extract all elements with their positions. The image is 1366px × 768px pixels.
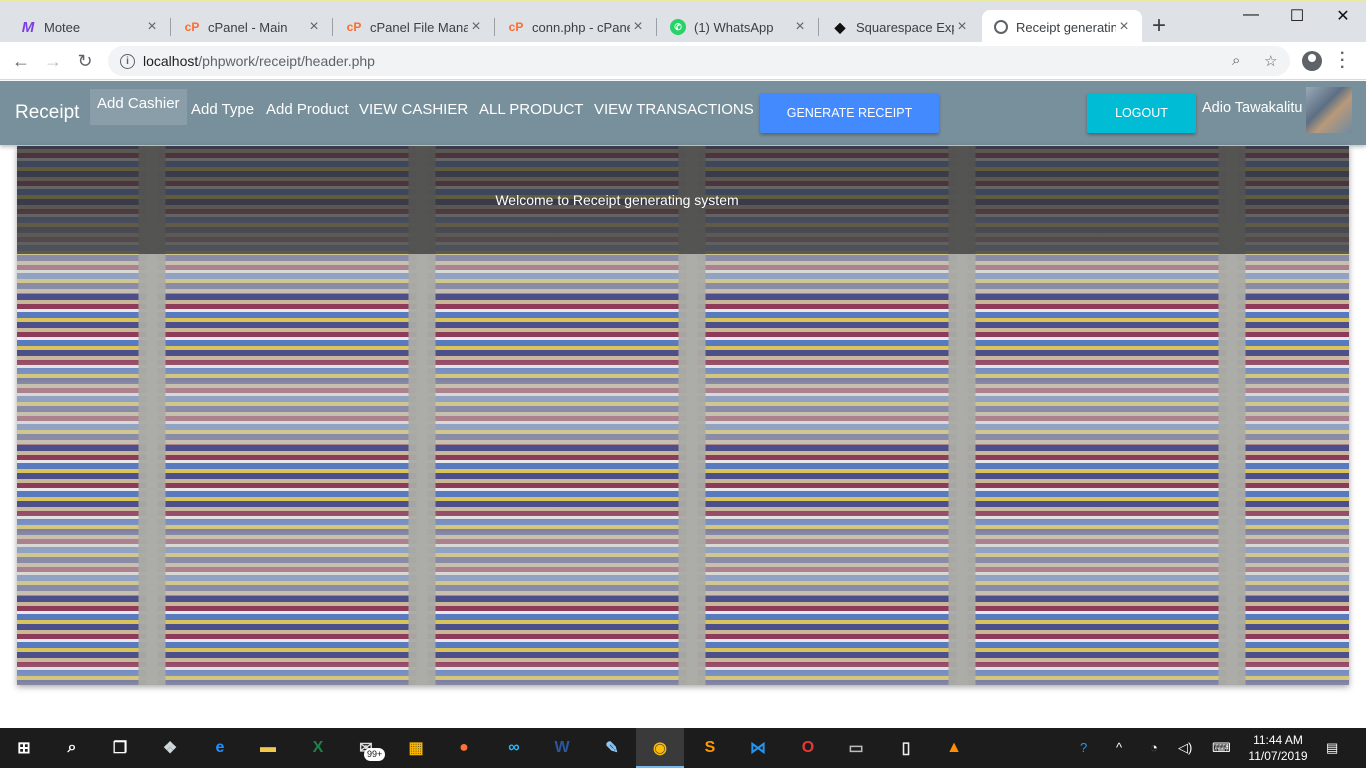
url-host: localhost [143,53,199,69]
zoom-icon[interactable]: ⌕ [1232,52,1240,69]
vscode-icon[interactable]: ⋈ [746,736,770,760]
browser-tab[interactable]: cP cPanel - Main × [172,10,332,44]
vlc-icon[interactable]: ▲ [942,736,966,760]
browser-tab-strip: M Motee × cP cPanel - Main × cP cPanel F… [0,0,1366,44]
tab-separator [656,18,657,36]
welcome-banner: Welcome to Receipt generating system [17,146,1349,254]
profile-icon[interactable] [1302,51,1322,71]
file-explorer-icon[interactable]: ▬ [256,736,280,760]
maximize-icon[interactable]: ☐ [1274,6,1320,26]
tab-title: (1) WhatsApp [694,19,774,35]
browser-tab[interactable]: cP cPanel File Manag × [334,10,494,44]
nav-view-transactions[interactable]: VIEW TRANSACTIONS [587,96,761,123]
browser-tab[interactable]: M Motee × [8,10,170,44]
tab-separator [332,18,333,36]
system-clock[interactable]: 11:44 AM 11/07/2019 [1244,732,1312,764]
back-arrow-icon[interactable]: ← [8,48,34,74]
chevron-up-icon[interactable]: ^ [1116,740,1122,755]
volume-icon[interactable]: ◁) [1178,740,1192,756]
search-icon[interactable]: ⌕ [60,736,84,760]
tab-title: Motee [44,19,81,35]
forward-arrow-icon[interactable]: → [40,48,66,74]
cpanel-icon: cP [184,20,200,34]
browser-tab-active[interactable]: Receipt generating × [982,10,1142,44]
close-icon[interactable]: × [630,18,646,36]
close-icon[interactable]: × [306,18,322,36]
close-icon[interactable]: × [1116,18,1132,36]
cpanel-icon: cP [346,20,362,34]
squarespace-icon: ◆ [834,18,846,35]
close-icon[interactable]: × [792,18,808,36]
nav-view-cashier[interactable]: VIEW CASHIER [352,96,475,123]
windows-taskbar: ⊞ ⌕ ❐ ❖ e ▬ X ✉ 99+ ▦ ● ∞ W ✎ ◉ S ⋈ O ▭ … [0,728,1366,768]
task-view-icon[interactable]: ❐ [108,736,132,760]
tab-title: conn.php - cPanel [532,19,630,35]
nav-add-cashier[interactable]: Add Cashier [90,89,187,125]
nav-all-product[interactable]: ALL PRODUCT [472,96,590,123]
close-icon[interactable]: × [144,18,160,36]
whatsapp-icon: ✆ [670,19,686,35]
new-tab-button[interactable]: + [1152,14,1166,38]
excel-icon[interactable]: X [306,736,330,760]
window-close-icon[interactable]: ✕ [1320,6,1366,26]
terminal-icon[interactable]: ▭ [844,736,868,760]
welcome-text: Welcome to Receipt generating system [495,192,739,208]
cpanel-icon: cP [508,20,524,34]
edge-icon[interactable]: e [208,736,232,760]
firefox-icon[interactable]: ● [452,736,476,760]
menu-dots-icon[interactable]: · · · [1340,46,1348,76]
arduino-icon[interactable]: ∞ [502,736,526,760]
globe-icon [994,20,1008,34]
bookmark-star-icon[interactable]: ☆ [1264,52,1277,70]
opera-icon[interactable]: O [796,736,820,760]
notification-badge: 99+ [364,748,386,761]
user-avatar[interactable] [1306,87,1352,133]
help-icon[interactable]: ? [1080,740,1087,755]
close-icon[interactable]: × [954,18,970,36]
tab-title: cPanel File Manag [370,19,468,35]
nav-add-product[interactable]: Add Product [259,96,356,123]
reload-icon[interactable]: ↻ [72,48,98,74]
sublime-text-icon[interactable]: S [698,736,722,760]
tab-separator [818,18,819,36]
browser-tab[interactable]: ◆ Squarespace Expe × [820,10,980,44]
app-icon[interactable]: ✎ [600,736,624,760]
store-icon[interactable]: ▦ [404,736,428,760]
clock-time: 11:44 AM [1253,733,1303,747]
wifi-icon[interactable]: ◔ [1150,740,1158,755]
generate-receipt-button[interactable]: GENERATE RECEIPT [760,93,939,133]
brand-logo[interactable]: Receipt [15,102,79,124]
clock-date: 11/07/2019 [1248,749,1308,763]
close-icon[interactable]: × [468,18,484,36]
hero-card: Welcome to Receipt generating system [17,146,1349,685]
tab-separator [170,18,171,36]
logout-button[interactable]: LOGOUT [1087,93,1196,133]
url-path: /phpwork/receipt/header.php [198,53,375,69]
app-navbar: Receipt Add Cashier Add Type Add Product… [0,81,1366,145]
word-icon[interactable]: W [550,736,574,760]
address-bar[interactable]: i localhost/phpwork/receipt/header.php [108,46,1290,76]
motee-icon: M [21,18,35,36]
chrome-icon[interactable]: ◉ [648,736,672,760]
info-icon[interactable]: i [120,53,135,69]
tab-title: Squarespace Expe [856,19,954,35]
user-name: Adio Tawakalitu [1202,100,1303,116]
tab-title: Receipt generating [1016,19,1116,35]
windows-start-icon[interactable]: ⊞ [12,736,36,760]
notepad-icon[interactable]: ▯ [894,736,918,760]
dropbox-icon[interactable]: ❖ [158,736,182,760]
nav-add-type[interactable]: Add Type [184,96,261,123]
keyboard-icon[interactable]: ⌨ [1212,740,1231,756]
minimize-icon[interactable]: — [1228,6,1274,24]
action-center-icon[interactable]: ▤ [1326,740,1338,756]
browser-tab[interactable]: cP conn.php - cPanel × [496,10,656,44]
browser-toolbar: ← → ↻ i localhost/phpwork/receipt/header… [0,42,1366,80]
browser-tab[interactable]: ✆ (1) WhatsApp × [658,10,818,44]
tab-title: cPanel - Main [208,19,288,35]
tab-separator [494,18,495,36]
